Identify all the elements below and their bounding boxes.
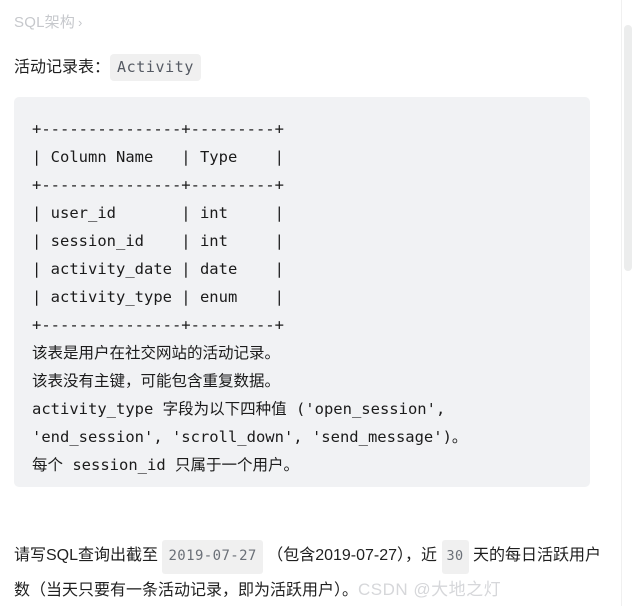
schema-table-row-activity-type: | activity_type | enum | <box>32 288 284 306</box>
table-name-badge: Activity <box>110 54 202 81</box>
csdn-watermark: CSDN @大地之灯 <box>358 580 502 599</box>
schema-code-content: +---------------+---------+ | Column Nam… <box>32 115 590 479</box>
breadcrumb[interactable]: SQL架构 › <box>14 11 83 32</box>
schema-table-border-bottom: +---------------+---------+ <box>32 316 284 334</box>
question-date-badge: 2019-07-27 <box>162 540 263 574</box>
question-text-part2: （包含2019-07-27），近 <box>262 547 442 564</box>
schema-note-line-1: 该表是用户在社交网站的活动记录。 <box>32 344 281 362</box>
page-title: 活动记录表： Activity <box>14 54 202 81</box>
breadcrumb-item-sql-schema[interactable]: SQL架构 <box>14 14 75 31</box>
question-days-badge: 30 <box>441 540 469 574</box>
page-root: SQL架构 › 活动记录表： Activity +---------------+-… <box>0 0 635 606</box>
schema-table-border-top: +---------------+---------+ <box>32 120 284 138</box>
chevron-right-icon: › <box>78 15 83 30</box>
schema-note-line-2: 该表没有主键，可能包含重复数据。 <box>32 372 281 390</box>
vertical-scrollbar-track[interactable] <box>621 0 635 606</box>
page-title-text: 活动记录表： <box>14 59 111 76</box>
question-text-part1: 请写SQL查询出截至 <box>14 547 163 564</box>
schema-note-line-5: 每个 session_id 只属于一个用户。 <box>32 456 299 474</box>
schema-note-line-3: activity_type 字段为以下四种值 ('open_session', <box>32 400 446 418</box>
question-paragraph: 请写SQL查询出截至 2019-07-27 （包含2019-07-27），近 3… <box>14 540 614 606</box>
schema-table-header-row: | Column Name | Type | <box>32 148 284 166</box>
schema-table-row-activity-date: | activity_date | date | <box>32 260 284 278</box>
schema-table-row-session-id: | session_id | int | <box>32 232 284 250</box>
schema-note-line-4: 'end_session', 'scroll_down', 'send_mess… <box>32 428 468 446</box>
schema-table-row-user-id: | user_id | int | <box>32 204 284 222</box>
schema-table-border-mid: +---------------+---------+ <box>32 176 284 194</box>
vertical-scrollbar-thumb[interactable] <box>624 25 632 271</box>
schema-code-block: +---------------+---------+ | Column Nam… <box>14 97 590 487</box>
